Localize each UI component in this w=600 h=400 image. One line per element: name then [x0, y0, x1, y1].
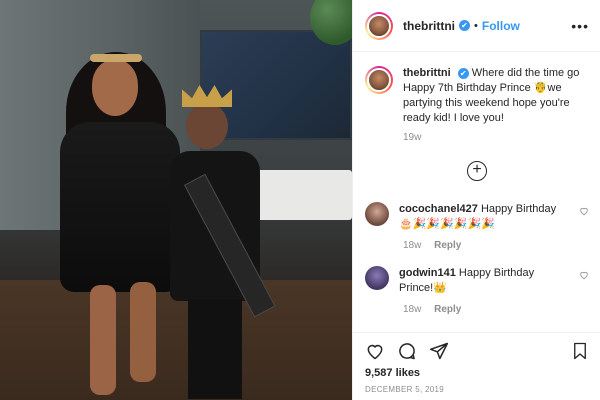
load-more-comments-button[interactable]: +: [467, 161, 487, 181]
avatar-image: [365, 266, 389, 290]
heart-icon[interactable]: [365, 341, 385, 361]
woman-headband: [90, 54, 142, 62]
comment-item: cocochanel427 Happy Birthday 🎂🎉🎉🎉🎉🎉🎉 18w…: [365, 202, 591, 251]
post-date[interactable]: DECEMBER 5, 2019: [365, 385, 444, 394]
comment-like-icon[interactable]: [579, 270, 589, 280]
reply-button[interactable]: Reply: [434, 304, 461, 315]
avatar-image: [367, 13, 391, 38]
boy-legs: [188, 299, 242, 399]
avatar-image: [365, 202, 389, 226]
comment-body: godwin141 Happy Birthday Prince!👑: [399, 266, 569, 296]
comment-body: cocochanel427 Happy Birthday 🎂🎉🎉🎉🎉🎉🎉: [399, 202, 569, 232]
post-header: thebrittni ✔ • Follow •••: [353, 0, 600, 52]
more-options-icon[interactable]: •••: [571, 18, 589, 34]
post-photo[interactable]: [0, 0, 352, 400]
comment-row: godwin141 Happy Birthday Prince!👑: [365, 266, 591, 296]
comment-item: godwin141 Happy Birthday Prince!👑 18w Re…: [365, 266, 591, 315]
avatar-image: [367, 68, 391, 92]
commenter-username[interactable]: godwin141: [399, 267, 456, 279]
comment-meta: 18w Reply: [403, 240, 591, 251]
caption-timestamp[interactable]: 19w: [403, 132, 421, 143]
bookmark-icon[interactable]: [571, 341, 589, 361]
comment-meta: 18w Reply: [403, 304, 591, 315]
woman-head: [92, 60, 138, 116]
boy-crown: [182, 85, 232, 107]
comment-like-icon[interactable]: [579, 206, 589, 216]
verified-icon: ✔: [459, 20, 470, 31]
commenter-avatar[interactable]: [365, 202, 389, 226]
likes-count[interactable]: 9,587 likes: [365, 367, 420, 379]
caption-username[interactable]: thebrittni: [403, 67, 451, 79]
photo-boy: [170, 85, 276, 400]
commenter-username[interactable]: cocochanel427: [399, 203, 478, 215]
separator-dot: •: [474, 19, 478, 32]
post-actions-bar: 9,587 likes DECEMBER 5, 2019: [353, 332, 600, 400]
reply-button[interactable]: Reply: [434, 240, 461, 251]
commenter-avatar[interactable]: [365, 266, 389, 290]
author-avatar[interactable]: [365, 11, 393, 40]
woman-leg-right: [130, 282, 156, 382]
comment-timestamp[interactable]: 18w: [403, 240, 421, 251]
woman-dress: [60, 122, 180, 292]
post-side-panel: thebrittni ✔ • Follow ••• thebrittni ✔ W…: [352, 0, 600, 400]
caption-body: thebrittni ✔ Where did the time go Happy…: [403, 66, 591, 126]
author-username[interactable]: thebrittni: [403, 19, 455, 33]
caption-avatar[interactable]: [365, 66, 393, 94]
share-icon[interactable]: [429, 341, 449, 361]
comment-icon[interactable]: [397, 341, 417, 361]
post-caption: thebrittni ✔ Where did the time go Happy…: [365, 66, 591, 143]
boy-head: [186, 103, 228, 149]
action-icons: [365, 341, 449, 361]
comment-timestamp[interactable]: 18w: [403, 304, 421, 315]
verified-icon: ✔: [457, 67, 469, 79]
comment-row: cocochanel427 Happy Birthday 🎂🎉🎉🎉🎉🎉🎉: [365, 202, 591, 232]
follow-button[interactable]: Follow: [482, 19, 520, 33]
woman-leg-left: [90, 285, 116, 395]
